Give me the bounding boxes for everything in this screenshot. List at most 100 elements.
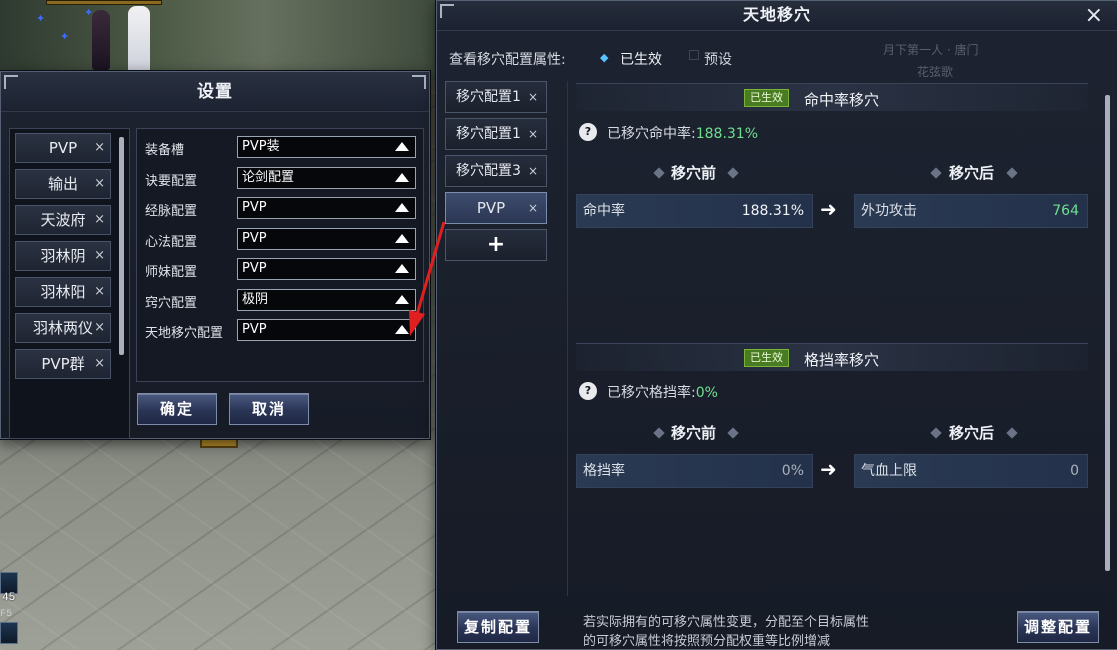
close-icon[interactable]: × [94,134,105,162]
dropdown-value: PVP [242,200,267,215]
source-stat-box: 命中率 188.31% [576,194,813,228]
acupoint-transfer-dialog: 天地移穴 × 月下第一人 · 唐门 花弦歌 查看移穴配置属性: ◆ 已生效 预设… [436,0,1117,650]
profile-label: 天波府 [40,211,86,229]
tab-config[interactable]: 移穴配置1 × [445,118,547,150]
config-dropdown[interactable]: 论剑配置 [237,167,416,189]
target-stat-name: 气血上限 [861,463,917,479]
target-stat-value: 764 [1052,203,1079,219]
close-icon[interactable]: × [1085,3,1103,28]
target-stat-name: 外功攻击 [861,203,917,219]
radio-box-icon[interactable] [689,50,699,60]
sparkle-icon: ✦ [84,6,94,19]
view-active-option[interactable]: 已生效 [620,49,662,69]
player-hp-bar [46,0,162,5]
close-icon[interactable]: × [94,314,105,342]
triangle-up-icon[interactable] [395,173,409,182]
dialog-title: 天地移穴 [437,1,1117,31]
profile-item[interactable]: 输出 × [15,169,111,199]
close-icon[interactable]: × [94,242,105,270]
transferred-amount: 已移穴格挡率:0% [607,382,718,402]
skill-hotkey: F5 [0,609,13,620]
target-stat-box[interactable]: 气血上限 0 [854,454,1088,488]
triangle-up-icon[interactable] [395,203,409,212]
cancel-button[interactable]: 取消 [229,393,309,425]
tab-label: PVP [476,199,506,217]
config-dropdown[interactable]: PVP [237,197,416,219]
tab-config[interactable]: 移穴配置3 × [445,155,547,187]
config-label: 心法配置 [145,235,198,250]
target-stat-box[interactable]: 外功攻击 764 [854,194,1088,228]
triangle-up-icon[interactable] [395,264,409,273]
close-icon[interactable]: × [528,156,538,186]
profile-label: 羽林阳 [40,283,86,301]
copy-config-button[interactable]: 复制配置 [457,611,539,643]
profile-item[interactable]: PVP × [15,133,111,163]
config-dropdown[interactable]: PVP装 [237,136,416,158]
close-icon[interactable]: × [94,170,105,198]
config-slot-panel: 装备槽 PVP装 诀要配置 论剑配置 经脉配置 PVP 心法配置 PVP 师妹配… [136,128,424,382]
config-label: 师妹配置 [145,265,198,280]
config-label: 天地移穴配置 [145,326,224,341]
config-dropdown[interactable]: PVP [237,319,416,341]
config-label: 经脉配置 [145,204,198,219]
diamond-ornament-icon [930,167,942,179]
diamond-radio-icon[interactable]: ◆ [600,51,608,64]
view-preset-option[interactable]: 预设 [704,49,732,69]
triangle-up-icon[interactable] [395,142,409,151]
diamond-ornament-icon [930,427,942,439]
settings-title: 设置 [1,72,429,112]
triangle-up-icon[interactable] [395,295,409,304]
tab-label: 移穴配置1 [456,89,521,105]
dropdown-value: 论剑配置 [242,170,295,185]
close-icon[interactable]: × [94,350,105,378]
config-dropdown[interactable]: PVP [237,228,416,250]
skill-slot-icon[interactable] [0,572,18,594]
config-label: 装备槽 [145,143,185,158]
transferred-value: 188.31% [695,126,759,142]
config-dropdown[interactable]: 极阴 [237,289,416,311]
triangle-up-icon[interactable] [395,234,409,243]
config-dropdown[interactable]: PVP [237,258,416,280]
settings-dialog: 设置 PVP × 输出 × 天波府 × 羽林阴 × 羽林阳 × 羽林两仪 × P… [0,71,430,439]
config-row-acupoint: 窍穴配置 极阴 [145,289,417,311]
corner-ornament [440,4,454,18]
footer-line: 若实际拥有的可移穴属性变更，分配至个目标属性 [583,615,870,630]
transferred-amount: 已移穴命中率:188.31% [607,123,758,143]
adjust-config-button[interactable]: 调整配置 [1017,611,1099,643]
config-row-mental: 心法配置 PVP [145,228,417,250]
profile-item[interactable]: 天波府 × [15,205,111,235]
close-icon[interactable]: × [94,278,105,306]
help-icon[interactable]: ? [579,123,597,141]
profile-item[interactable]: PVP群 × [15,349,111,379]
diamond-ornament-icon [1006,427,1018,439]
profile-label: 羽林阴 [40,247,86,265]
target-stat-value: 0 [1070,463,1079,479]
sparkle-icon: ✦ [60,30,70,43]
tab-config[interactable]: 移穴配置1 × [445,81,547,113]
close-icon[interactable]: × [94,206,105,234]
close-icon[interactable]: × [528,82,538,112]
config-row-transfer: 天地移穴配置 PVP [145,319,417,341]
skill-slot-icon[interactable] [0,622,18,644]
tab-config-selected[interactable]: PVP × [445,192,547,224]
profile-item[interactable]: 羽林阳 × [15,277,111,307]
help-icon[interactable]: ? [579,382,597,400]
add-tab-button[interactable]: + [445,229,547,261]
content-scrollbar[interactable] [1105,95,1110,571]
close-icon[interactable]: × [528,119,538,149]
confirm-button[interactable]: 确定 [137,393,217,425]
arrow-right-icon: ➜ [820,457,837,481]
close-icon[interactable]: × [528,193,538,223]
footer-note: 若实际拥有的可移穴属性变更，分配至个目标属性 的可移穴属性将按照预分配权重等比例… [583,613,869,650]
profile-item[interactable]: 羽林两仪 × [15,313,111,343]
profile-label: PVP群 [41,355,85,373]
profile-list-scrollbar[interactable] [119,137,124,355]
diamond-ornament-icon [1006,167,1018,179]
view-mode-label: 查看移穴配置属性: [449,52,566,68]
profile-list: PVP × 输出 × 天波府 × 羽林阴 × 羽林阳 × 羽林两仪 × PVP群… [9,128,130,439]
source-stat-value: 188.31% [741,203,804,219]
source-stat-name: 格挡率 [583,463,625,479]
profile-item[interactable]: 羽林阴 × [15,241,111,271]
transferred-label: 已移穴格挡率: [607,385,696,401]
triangle-up-icon[interactable] [395,325,409,334]
